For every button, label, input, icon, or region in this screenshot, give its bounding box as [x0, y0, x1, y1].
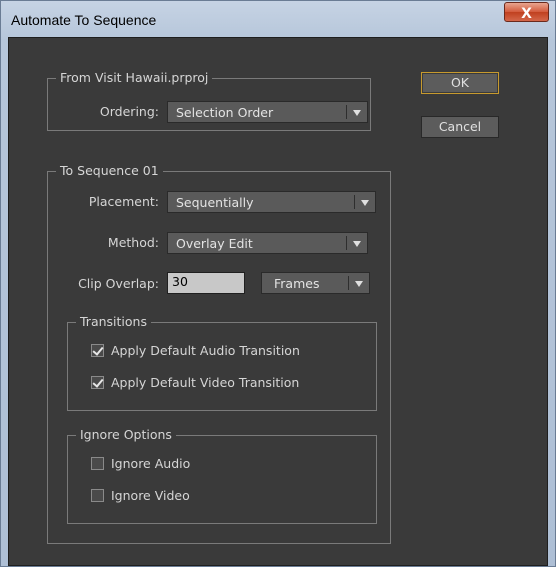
dialog-title: Automate To Sequence: [11, 12, 157, 28]
sequence-group-legend: To Sequence 01: [56, 163, 163, 179]
transitions-legend: Transitions: [76, 314, 151, 330]
checkbox-unchecked-icon: [91, 457, 104, 470]
clip-overlap-unit-value: Frames: [274, 276, 320, 291]
checkbox-checked-icon: [91, 376, 104, 389]
apply-default-video-transition-checkbox[interactable]: Apply Default Video Transition: [91, 375, 371, 393]
apply-default-video-transition-label: Apply Default Video Transition: [111, 375, 300, 390]
dropdown-separator: [348, 276, 349, 290]
ok-button-label: OK: [450, 75, 470, 90]
ignore-video-label: Ignore Video: [111, 488, 190, 503]
dropdown-separator: [346, 105, 347, 119]
method-value: Overlay Edit: [176, 236, 253, 251]
chevron-down-icon: [355, 281, 363, 287]
ordering-label: Ordering:: [99, 104, 159, 119]
placement-value: Sequentially: [176, 195, 254, 210]
transitions-group: Transitions: [67, 314, 377, 411]
placement-label: Placement:: [88, 194, 159, 209]
chevron-down-icon: [353, 241, 361, 247]
clip-overlap-label: Clip Overlap:: [78, 276, 159, 291]
clip-overlap-input[interactable]: 30: [167, 272, 245, 294]
dropdown-separator: [346, 236, 347, 250]
ignore-audio-checkbox[interactable]: Ignore Audio: [91, 456, 291, 474]
clip-overlap-unit-dropdown[interactable]: Frames: [261, 272, 370, 294]
dialog-window: Automate To Sequence X From Visit Hawaii…: [0, 0, 556, 567]
cancel-button-label: Cancel: [438, 119, 482, 134]
ignore-options-group: Ignore Options: [67, 427, 377, 524]
ordering-dropdown[interactable]: Selection Order: [167, 101, 368, 123]
checkbox-unchecked-icon: [91, 489, 104, 502]
chevron-down-icon: [361, 200, 369, 206]
placement-dropdown[interactable]: Sequentially: [167, 191, 376, 213]
ignore-video-checkbox[interactable]: Ignore Video: [91, 488, 291, 506]
close-button[interactable]: X: [504, 2, 549, 22]
cancel-button[interactable]: Cancel: [421, 116, 499, 138]
ok-button[interactable]: OK: [421, 72, 499, 94]
checkbox-checked-icon: [91, 344, 104, 357]
method-label: Method:: [107, 235, 159, 250]
apply-default-audio-transition-checkbox[interactable]: Apply Default Audio Transition: [91, 343, 371, 361]
dialog-body: From Visit Hawaii.prproj Ordering: Selec…: [8, 37, 548, 566]
dropdown-separator: [354, 195, 355, 209]
title-bar[interactable]: Automate To Sequence X: [1, 1, 555, 37]
ignore-options-legend: Ignore Options: [76, 427, 176, 443]
method-dropdown[interactable]: Overlay Edit: [167, 232, 368, 254]
apply-default-audio-transition-label: Apply Default Audio Transition: [111, 343, 300, 358]
chevron-down-icon: [353, 110, 361, 116]
source-group-legend: From Visit Hawaii.prproj: [56, 70, 213, 86]
ordering-value: Selection Order: [176, 105, 274, 120]
close-icon: X: [521, 6, 532, 22]
ignore-audio-label: Ignore Audio: [111, 456, 191, 471]
